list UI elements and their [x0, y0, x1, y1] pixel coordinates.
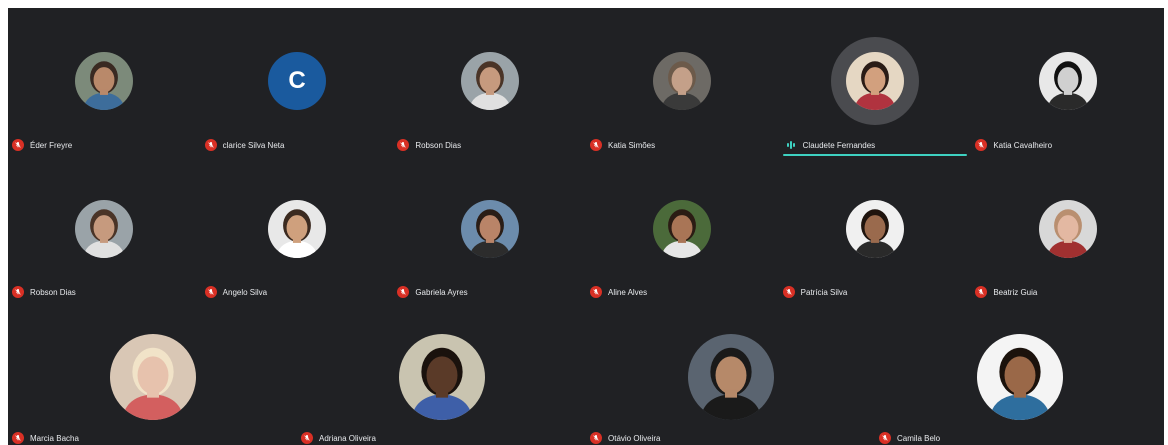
microphone-muted-icon [204, 139, 217, 151]
participant-name-row: clarice Silva Neta [204, 138, 285, 152]
participant-name: Marcia Bacha [30, 433, 79, 443]
participant-name-row: Marcia Bacha [12, 431, 79, 445]
microphone-muted-icon [397, 286, 410, 298]
avatar [1038, 52, 1097, 110]
participant-tile[interactable]: Cclarice Silva Neta [201, 8, 394, 156]
participant-name-row: Beatriz Guia [975, 285, 1037, 299]
participant-name-row: Éder Freyre [12, 138, 72, 152]
participant-name: Katia Simões [608, 140, 656, 150]
participant-name-row: Gabriela Ayres [397, 285, 468, 299]
participant-name: Robson Dias [30, 287, 76, 297]
participant-name-row: Aline Alves [590, 285, 647, 299]
avatar [653, 52, 712, 110]
avatar: C [267, 52, 326, 110]
microphone-muted-icon [590, 139, 602, 151]
participant-name: Aline Alves [608, 287, 648, 297]
participant-tile[interactable]: Patrícia Silva [779, 156, 972, 304]
participant-name-row: Camila Belo [879, 431, 940, 445]
microphone-muted-icon [204, 286, 217, 298]
participant-name: Angelo Silva [222, 287, 268, 297]
participant-name: Patrícia Silva [800, 287, 848, 297]
avatar [1038, 200, 1097, 258]
participant-name: Beatriz Guia [993, 287, 1038, 297]
microphone-muted-icon [397, 139, 410, 151]
avatar [976, 334, 1063, 420]
participant-name: Camila Belo [897, 433, 941, 443]
participant-name-row: Angelo Silva [204, 285, 268, 299]
avatar [75, 52, 134, 110]
participant-tile[interactable]: Beatriz Guia [971, 156, 1164, 304]
microphone-muted-icon [782, 286, 795, 298]
participant-tile[interactable]: Katia Cavalheiro [971, 8, 1164, 156]
participant-tile[interactable]: Robson Dias [393, 8, 586, 156]
participant-tile[interactable]: Éder Freyre [8, 8, 201, 156]
participant-tile[interactable]: Camila Belo [875, 304, 1164, 445]
participant-name: Claudete Fernandes [802, 140, 876, 150]
participant-name-row: Otávio Oliveira [590, 431, 660, 445]
microphone-muted-icon [975, 139, 988, 151]
participant-tile[interactable]: Aline Alves [586, 156, 779, 304]
participant-name: Katia Cavalheiro [993, 140, 1053, 150]
avatar [460, 200, 519, 258]
microphone-muted-icon [12, 286, 24, 298]
avatar [653, 200, 712, 258]
participant-tile[interactable]: Adriana Oliveira [297, 304, 586, 445]
avatar [75, 200, 134, 258]
participant-name: Adriana Oliveira [319, 433, 376, 443]
participant-tile[interactable]: Robson Dias [8, 156, 201, 304]
participant-tile[interactable]: Angelo Silva [201, 156, 394, 304]
microphone-muted-icon [879, 432, 891, 444]
microphone-muted-icon [12, 432, 24, 444]
participant-name: Gabriela Ayres [415, 287, 468, 297]
microphone-muted-icon [12, 139, 24, 151]
avatar-initial: C [288, 67, 306, 94]
participant-name: clarice Silva Neta [222, 140, 285, 150]
avatar [398, 334, 485, 420]
participant-name-row: Katia Simões [590, 138, 655, 152]
microphone-muted-icon [975, 286, 988, 298]
participant-name-row: Claudete Fernandes [786, 138, 876, 152]
participant-name-row: Robson Dias [397, 138, 461, 152]
avatar [845, 52, 904, 110]
participant-grid: Éder Freyre Cclarice Silva Neta Robson Di… [8, 8, 1164, 445]
avatar [687, 334, 774, 420]
avatar [845, 200, 904, 258]
microphone-muted-icon [590, 286, 602, 298]
avatar [267, 200, 326, 258]
participant-name-row: Katia Cavalheiro [975, 138, 1052, 152]
speaking-indicator-icon [786, 140, 797, 150]
participant-name-row: Patrícia Silva [782, 285, 848, 299]
participant-name: Otávio Oliveira [608, 433, 661, 443]
microphone-muted-icon [301, 432, 313, 444]
participant-tile[interactable]: Gabriela Ayres [393, 156, 586, 304]
microphone-muted-icon [590, 432, 602, 444]
participant-tile[interactable]: Marcia Bacha [8, 304, 297, 445]
participant-name: Éder Freyre [30, 140, 73, 150]
avatar [109, 334, 196, 420]
participant-tile[interactable]: Katia Simões [586, 8, 779, 156]
participant-name-row: Adriana Oliveira [301, 431, 376, 445]
avatar [460, 52, 519, 110]
participant-name: Robson Dias [415, 140, 462, 150]
participant-tile[interactable]: Claudete Fernandes [779, 8, 972, 156]
participant-tile[interactable]: Otávio Oliveira [586, 304, 875, 445]
participant-name-row: Robson Dias [12, 285, 76, 299]
